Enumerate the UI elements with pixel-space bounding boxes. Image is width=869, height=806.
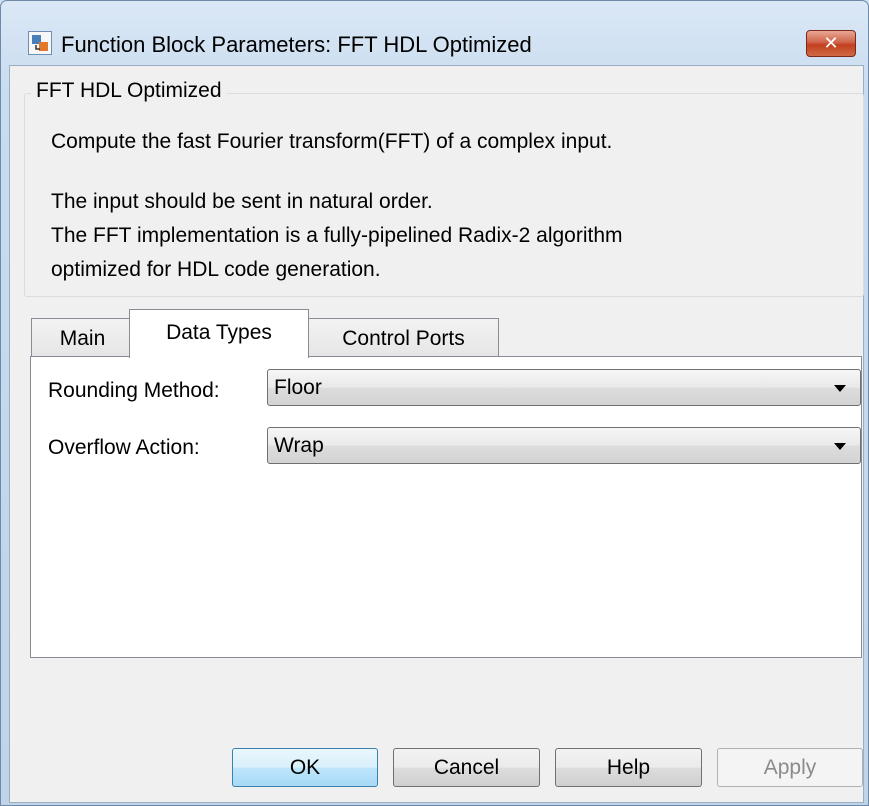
window-title: Function Block Parameters: FFT HDL Optim… xyxy=(61,32,532,57)
apply-button: Apply xyxy=(717,748,863,787)
cancel-button-label: Cancel xyxy=(433,756,500,779)
rounding-method-label: Rounding Method: xyxy=(48,379,220,402)
cancel-button[interactable]: Cancel xyxy=(393,748,540,787)
description-line: The FFT implementation is a fully-pipeli… xyxy=(51,224,623,247)
ok-button-label: OK xyxy=(289,756,321,779)
description-line: optimized for HDL code generation. xyxy=(51,258,381,281)
close-button[interactable]: ✕ xyxy=(806,30,856,57)
dialog-window: Function Block Parameters: FFT HDL Optim… xyxy=(0,0,869,806)
apply-button-label: Apply xyxy=(763,756,817,779)
tab-label: Main xyxy=(59,327,106,350)
chevron-down-icon xyxy=(834,443,846,450)
ok-button[interactable]: OK xyxy=(232,748,378,787)
tab-main[interactable]: Main xyxy=(31,318,134,358)
overflow-action-value: Wrap xyxy=(274,434,324,457)
overflow-action-dropdown[interactable]: Wrap xyxy=(267,427,861,464)
close-icon: ✕ xyxy=(823,33,839,53)
description-line: Compute the fast Fourier transform(FFT) … xyxy=(51,130,613,153)
description-line: The input should be sent in natural orde… xyxy=(51,190,433,213)
help-button[interactable]: Help xyxy=(555,748,702,787)
chevron-down-icon xyxy=(834,385,846,392)
tab-label: Data Types xyxy=(166,321,272,344)
dialog-client-area: FFT HDL Optimized Compute the fast Fouri… xyxy=(9,65,864,803)
title-bar[interactable]: Function Block Parameters: FFT HDL Optim… xyxy=(1,1,868,57)
overflow-action-label: Overflow Action: xyxy=(48,436,200,459)
tab-data-types[interactable]: Data Types xyxy=(129,309,309,358)
rounding-method-dropdown[interactable]: Floor xyxy=(267,369,861,406)
group-legend: FFT HDL Optimized xyxy=(31,79,227,103)
tab-label: Control Ports xyxy=(342,327,465,350)
rounding-method-value: Floor xyxy=(274,376,322,399)
tab-control-ports[interactable]: Control Ports xyxy=(308,318,499,358)
help-button-label: Help xyxy=(606,756,651,779)
simulink-block-icon xyxy=(28,31,52,55)
